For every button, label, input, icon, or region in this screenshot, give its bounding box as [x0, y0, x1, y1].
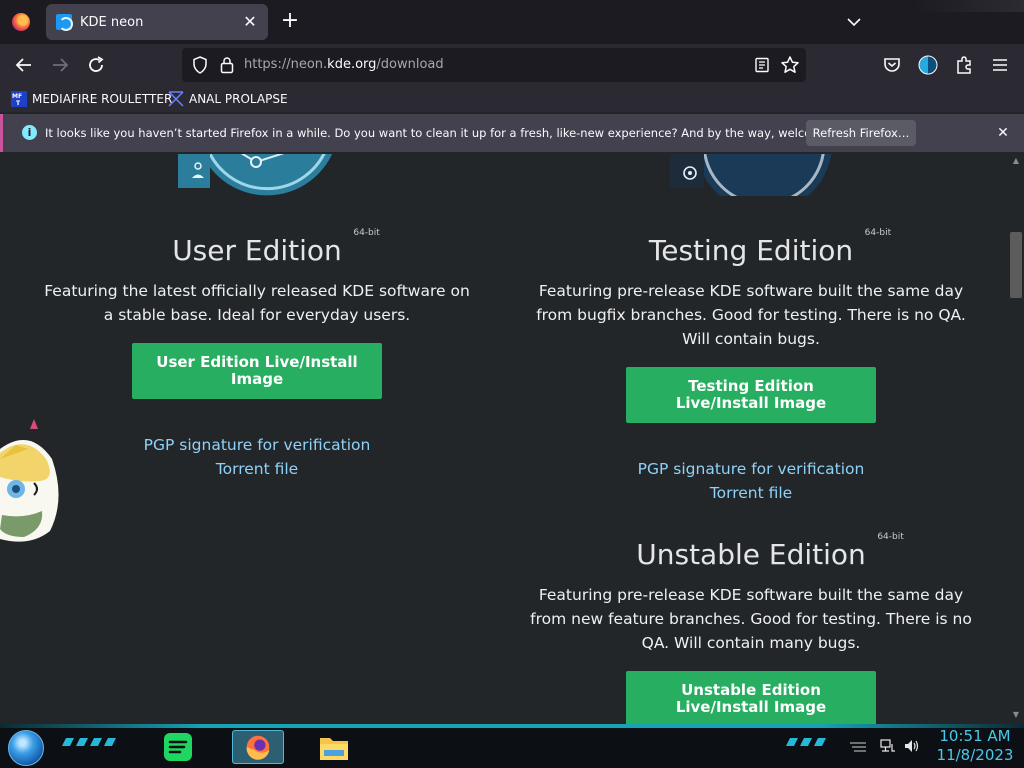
user-edition-links: PGP signature for verification Torrent f… [38, 433, 476, 481]
scroll-down-arrow-icon[interactable]: ▼ [1011, 710, 1021, 720]
user-edition-download-button[interactable]: User Edition Live/Install Image [132, 343, 382, 399]
taskbar-glow-strip [0, 724, 1024, 728]
mediafire-favicon-icon: MF T [11, 91, 27, 107]
url-host: kde.org [327, 57, 377, 72]
start-menu-orb[interactable] [8, 730, 44, 766]
user-edition-section: User Edition 64-bit Featuring the latest … [38, 228, 476, 481]
testing-edition-download-button[interactable]: Testing Edition Live/Install Image [626, 367, 876, 423]
refresh-firefox-button[interactable]: Refresh Firefox… [806, 120, 916, 146]
url-scheme: https://neon. [244, 57, 328, 72]
unstable-edition-download-button[interactable]: Unstable Edition Live/Install Image [626, 671, 876, 724]
bits-badge: 64-bit [864, 228, 892, 238]
account-avatar-icon[interactable] [918, 55, 938, 75]
testing-edition-description: Featuring pre-release KDE software built… [536, 282, 966, 348]
unstable-edition-title: Unstable Edition 64-bit [636, 532, 904, 571]
user-edition-description: Featuring the latest officially released… [44, 282, 470, 324]
decorative-chevrons-right [786, 738, 826, 746]
scrollbar-thumb[interactable] [1010, 232, 1022, 298]
clock-time: 10:51 AM [939, 727, 1011, 745]
page-content: User Edition 64-bit Featuring the latest … [0, 154, 1008, 724]
url-path: /download [376, 57, 444, 72]
back-arrow-icon[interactable] [12, 53, 36, 77]
hamburger-menu-icon[interactable] [990, 55, 1010, 75]
edition-title-text: Unstable Edition [636, 538, 866, 571]
scroll-up-arrow-icon[interactable]: ▲ [1011, 156, 1021, 166]
page-scrollbar[interactable]: ▲ ▼ [1008, 154, 1024, 724]
close-tab-icon[interactable]: ✕ [240, 12, 260, 32]
kde-neon-favicon-icon [56, 14, 73, 31]
bookmark-star-icon[interactable] [780, 55, 800, 75]
bits-badge: 64-bit [353, 228, 380, 238]
tab-kde-neon[interactable]: KDE neon ✕ [46, 4, 268, 40]
taskbar: 10:51 AM 11/8/2023 [0, 724, 1024, 768]
bits-badge: 64-bit [877, 532, 904, 542]
pocket-icon[interactable] [882, 55, 902, 75]
url-text[interactable]: https://neon.kde.org/download [244, 57, 444, 72]
torrent-file-link[interactable]: Torrent file [38, 457, 476, 481]
tab-bar: KDE neon ✕ + [0, 0, 1024, 44]
bookmark-label: ANAL PROLAPSE [189, 92, 288, 106]
testing-edition-hero-image [670, 154, 832, 196]
user-edition-hero-image [178, 154, 333, 196]
new-tab-button[interactable]: + [280, 10, 300, 34]
bookmark-mediafire-rouletter[interactable]: MF T MEDIAFIRE ROULETTER [11, 89, 172, 109]
refresh-firefox-notification: i It looks like you haven’t started Fire… [0, 114, 1024, 152]
pgp-signature-link[interactable]: PGP signature for verification [520, 457, 982, 481]
spotify-app-icon[interactable] [160, 730, 196, 764]
torrent-file-link[interactable]: Torrent file [520, 481, 982, 505]
clock-date: 11/8/2023 [936, 746, 1014, 764]
edition-title-text: Testing Edition [648, 234, 854, 267]
lock-icon[interactable] [220, 56, 234, 74]
bookmark-anal-prolapse[interactable]: ANAL PROLAPSE [168, 89, 288, 109]
system-clock[interactable]: 10:51 AM 11/8/2023 [930, 727, 1020, 765]
reload-icon[interactable] [84, 53, 108, 77]
notification-message: It looks like you haven’t started Firefo… [45, 126, 866, 140]
close-notification-icon[interactable]: ✕ [993, 123, 1013, 143]
bookmark-label: MEDIAFIRE ROULETTER [32, 92, 173, 106]
url-bar[interactable]: https://neon.kde.org/download [182, 48, 806, 82]
info-icon: i [22, 125, 37, 140]
bookmark-favicon-icon [168, 91, 184, 107]
unstable-edition-description: Featuring pre-release KDE software built… [530, 586, 972, 652]
testing-edition-title: Testing Edition 64-bit [648, 228, 891, 267]
navigation-toolbar: https://neon.kde.org/download [0, 44, 1024, 86]
bookmarks-toolbar: MF T MEDIAFIRE ROULETTER ANAL PROLAPSE [0, 86, 1024, 112]
svg-text:MF: MF [12, 93, 22, 100]
extensions-puzzle-icon[interactable] [954, 55, 974, 75]
unstable-edition-section: Unstable Edition 64-bit Featuring pre-rel… [520, 532, 982, 724]
testing-edition-links: PGP signature for verification Torrent f… [520, 457, 982, 505]
tracking-protection-shield-icon[interactable] [192, 56, 208, 74]
user-edition-title: User Edition 64-bit [172, 228, 380, 267]
network-icon[interactable] [880, 739, 896, 753]
show-hidden-icons-icon[interactable] [848, 739, 868, 753]
testing-edition-section: Testing Edition 64-bit Featuring pre-rele… [520, 228, 982, 505]
firefox-logo-icon[interactable] [12, 13, 30, 31]
reader-view-icon[interactable] [754, 57, 770, 73]
pgp-signature-link[interactable]: PGP signature for verification [38, 433, 476, 457]
firefox-taskbar-icon[interactable] [232, 730, 284, 764]
forward-arrow-icon[interactable] [48, 53, 72, 77]
volume-speaker-icon[interactable] [904, 739, 920, 753]
edition-title-text: User Edition [172, 234, 342, 267]
file-explorer-icon[interactable] [316, 730, 352, 764]
chevron-down-icon[interactable] [844, 12, 864, 32]
tab-title: KDE neon [80, 14, 144, 30]
window-decoration [914, 0, 1024, 12]
decorative-chevrons-left [62, 738, 116, 746]
